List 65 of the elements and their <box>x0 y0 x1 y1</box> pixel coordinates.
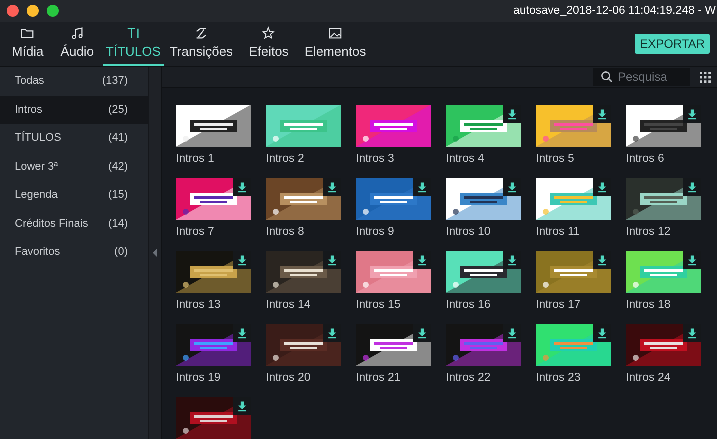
tab[interactable]: Áudio <box>54 22 100 66</box>
category-count: (41) <box>108 132 128 144</box>
template-label: Intros 7 <box>176 226 216 240</box>
sidebar-item[interactable]: Lower 3ª (42) <box>0 152 148 181</box>
template-label: Intros 10 <box>446 226 492 240</box>
category-label: TÍTULOS <box>15 132 62 144</box>
folder-icon <box>20 26 36 41</box>
template-label: Intros 9 <box>356 226 396 240</box>
sidebar-item[interactable]: TÍTULOS (41) <box>0 124 148 152</box>
collapse-arrow-icon[interactable] <box>153 249 157 257</box>
category-label: Favoritos <box>15 246 60 258</box>
template-label: Intros 15 <box>356 299 402 313</box>
template-label: Intros 17 <box>536 299 582 313</box>
sidebar-item[interactable]: Favoritos (0) <box>0 238 148 266</box>
category-label: Legenda <box>15 189 58 202</box>
category-label: Lower 3ª <box>15 160 58 173</box>
category-count: (15) <box>108 189 128 202</box>
template-label: Intros 22 <box>446 372 492 386</box>
category-label: Créditos Finais <box>15 218 88 230</box>
close-button[interactable] <box>7 5 19 17</box>
category-count: (42) <box>108 160 128 173</box>
category-label: Intros <box>15 104 43 116</box>
tab[interactable]: Transições <box>166 22 236 66</box>
sidebar-item[interactable]: Legenda (15) <box>0 181 148 210</box>
zoom-button[interactable] <box>47 5 59 17</box>
category-count: (0) <box>114 246 128 258</box>
search-icon <box>601 71 613 83</box>
image-icon <box>328 26 344 41</box>
template-label: Intros 21 <box>356 372 402 386</box>
window-title: autosave_2018-12-06 11:04:19.248 - W <box>514 5 716 17</box>
minimize-button[interactable] <box>27 5 39 17</box>
grid-view-icon[interactable] <box>700 72 711 82</box>
template-label: Intros 4 <box>446 153 486 167</box>
tab[interactable]: Efeitos <box>239 22 299 66</box>
template-label: Intros 19 <box>176 372 222 386</box>
template-label: Intros 16 <box>446 299 492 313</box>
text-icon <box>126 26 141 41</box>
category-count: (137) <box>102 75 128 88</box>
category-count: (14) <box>108 218 128 230</box>
template-label: Intros 8 <box>266 226 306 240</box>
sidebar-item[interactable]: Intros (25) <box>0 96 148 124</box>
sidebar-item[interactable]: Todas (137) <box>0 67 148 96</box>
tab[interactable]: Elementos <box>302 22 370 66</box>
template-label: Intros 11 <box>536 226 581 240</box>
template-label: Intros 24 <box>626 372 672 386</box>
sparkle-icon <box>261 26 276 41</box>
search-field[interactable]: Pesquisa <box>593 68 690 86</box>
transition-icon <box>194 26 209 41</box>
template-label: Intros 6 <box>626 153 666 167</box>
template-label: Intros 20 <box>266 372 312 386</box>
sidebar-item[interactable]: Créditos Finais (14) <box>0 210 148 238</box>
category-label: Todas <box>15 75 44 88</box>
template-label: Intros 1 <box>176 153 216 167</box>
template-label: Intros 12 <box>626 226 672 240</box>
template-label: Intros 3 <box>356 153 396 167</box>
template-label: Intros 13 <box>176 299 222 313</box>
template-label: Intros 2 <box>266 153 306 167</box>
template-label: Intros 23 <box>536 372 582 386</box>
template-label: Intros 5 <box>536 153 576 167</box>
template-label: Intros 18 <box>626 299 672 313</box>
category-count: (25) <box>108 104 128 116</box>
template-label: Intros 14 <box>266 299 312 313</box>
export-button[interactable]: EXPORTAR <box>635 34 710 54</box>
music-note-icon <box>70 26 85 41</box>
tab[interactable]: Mídia <box>4 22 52 66</box>
